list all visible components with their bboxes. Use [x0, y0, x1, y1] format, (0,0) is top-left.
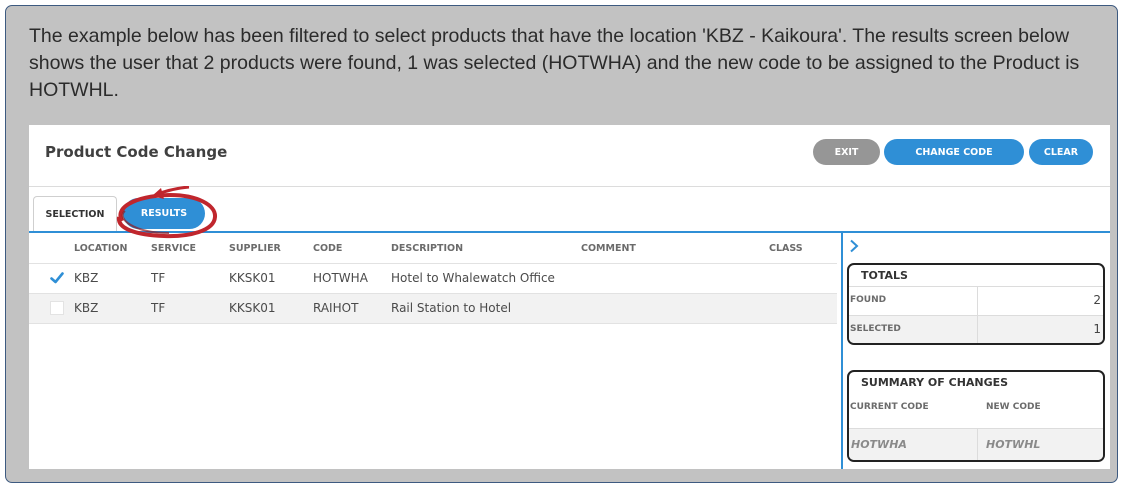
- row-checkbox[interactable]: [50, 271, 64, 285]
- column-header-comment: COMMENT: [581, 243, 636, 254]
- tab-bar: SELECTION RESULTS: [29, 186, 1110, 239]
- found-row: FOUND 2: [849, 286, 1103, 315]
- row-checkbox[interactable]: [50, 301, 64, 315]
- clear-button[interactable]: CLEAR: [1029, 139, 1093, 165]
- cell-description: Hotel to Whalewatch Office: [391, 271, 555, 285]
- callout-box: The example below has been filtered to s…: [5, 5, 1118, 483]
- panel-toggle-button[interactable]: [849, 239, 859, 258]
- found-label: FOUND: [850, 295, 887, 305]
- tab-selection[interactable]: SELECTION: [33, 196, 117, 231]
- table-row[interactable]: KBZ TF KKSK01 HOTWHA Hotel to Whalewatch…: [29, 264, 837, 294]
- side-panel: TOTALS FOUND 2 SELECTED 1 SUMMARY OF CHA…: [843, 233, 1110, 469]
- tab-results[interactable]: RESULTS: [123, 198, 205, 229]
- cell-location: KBZ: [74, 301, 99, 315]
- change-code-button[interactable]: CHANGE CODE: [884, 139, 1024, 165]
- check-icon: [50, 272, 64, 284]
- cell-service: TF: [151, 271, 166, 285]
- chevron-right-icon: [850, 239, 859, 253]
- summary-title: SUMMARY OF CHANGES: [861, 376, 1009, 389]
- totals-panel: TOTALS FOUND 2 SELECTED 1: [847, 263, 1105, 345]
- cell-description: Rail Station to Hotel: [391, 301, 512, 315]
- current-code-label: CURRENT CODE: [850, 402, 929, 412]
- new-code-value: HOTWHL: [986, 438, 1041, 451]
- cell-code: RAIHOT: [313, 301, 359, 315]
- cell-location: KBZ: [74, 271, 99, 285]
- selected-label: SELECTED: [850, 324, 901, 334]
- selected-value: 1: [1093, 322, 1101, 336]
- page-title: Product Code Change: [45, 143, 228, 161]
- cell-supplier: KKSK01: [229, 301, 276, 315]
- column-separator: [977, 429, 978, 460]
- column-separator: [977, 316, 978, 343]
- cell-code: HOTWHA: [313, 271, 368, 285]
- column-header-code: CODE: [313, 243, 343, 254]
- cell-supplier: KKSK01: [229, 271, 276, 285]
- current-code-value: HOTWHA: [851, 438, 907, 451]
- results-table: LOCATION SERVICE SUPPLIER CODE DESCRIPTI…: [29, 233, 837, 469]
- column-header-description: DESCRIPTION: [391, 243, 464, 254]
- intro-text: The example below has been filtered to s…: [29, 25, 1080, 101]
- table-header: LOCATION SERVICE SUPPLIER CODE DESCRIPTI…: [29, 233, 837, 264]
- totals-title: TOTALS: [861, 269, 908, 282]
- summary-of-changes-panel: SUMMARY OF CHANGES CURRENT CODE NEW CODE…: [847, 370, 1105, 462]
- selected-row: SELECTED 1: [849, 315, 1103, 343]
- window-header: Product Code Change EXIT CHANGE CODE CLE…: [29, 125, 1110, 187]
- table-row[interactable]: KBZ TF KKSK01 RAIHOT Rail Station to Hot…: [29, 294, 837, 324]
- column-header-location: LOCATION: [74, 243, 128, 254]
- found-value: 2: [1093, 293, 1101, 307]
- column-header-class: CLASS: [769, 243, 803, 254]
- cell-service: TF: [151, 301, 166, 315]
- new-code-label: NEW CODE: [986, 402, 1041, 412]
- column-header-supplier: SUPPLIER: [229, 243, 281, 254]
- column-header-service: SERVICE: [151, 243, 196, 254]
- exit-button[interactable]: EXIT: [813, 139, 880, 165]
- summary-row: HOTWHA HOTWHL: [849, 428, 1103, 460]
- product-code-change-window: Product Code Change EXIT CHANGE CODE CLE…: [29, 125, 1110, 469]
- column-separator: [977, 287, 978, 315]
